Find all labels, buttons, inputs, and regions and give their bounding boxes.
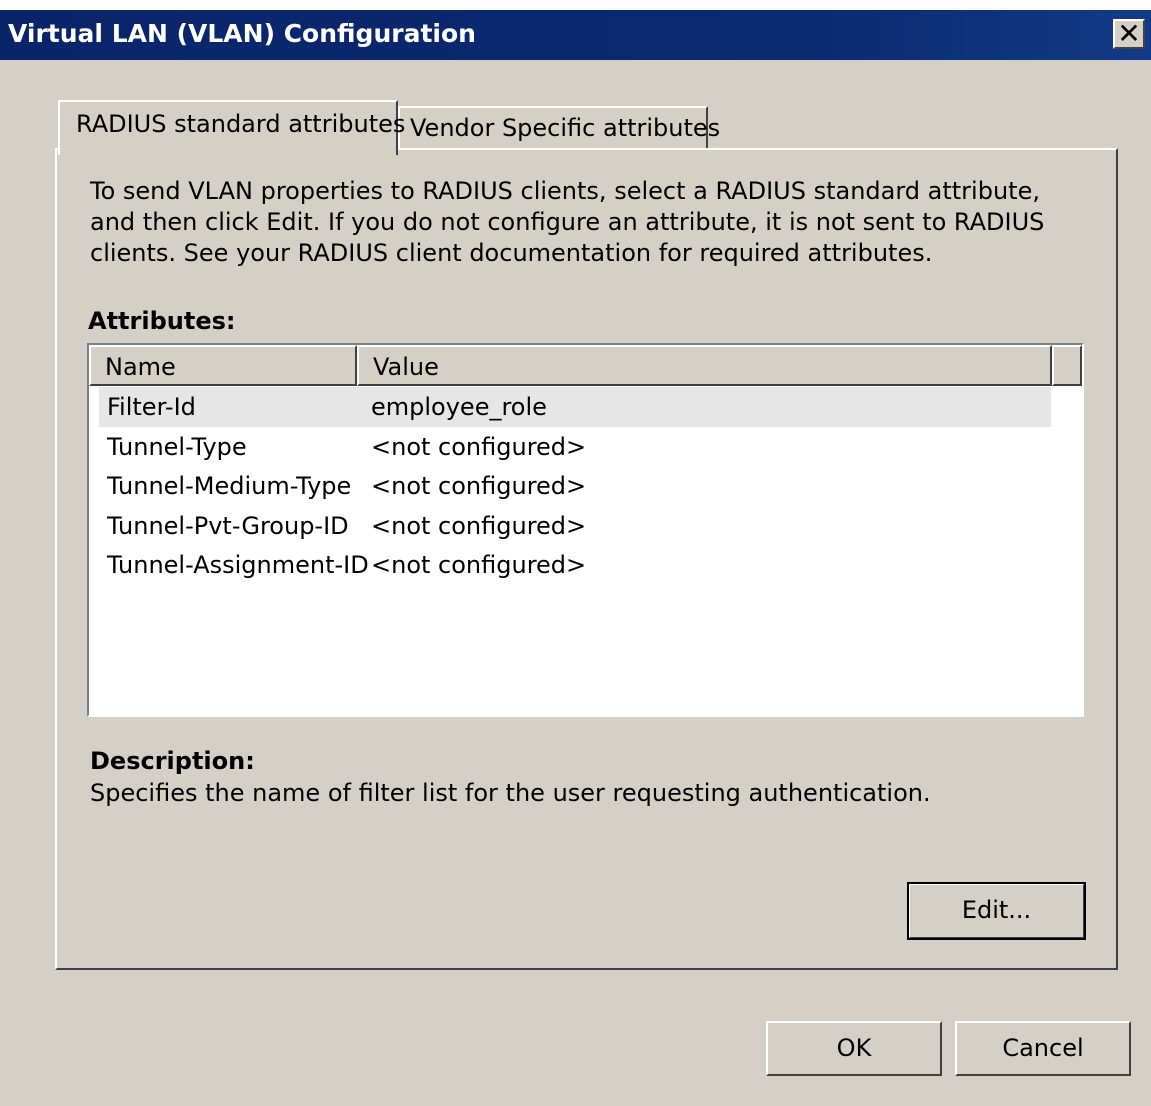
list-header: Name Value — [89, 345, 1082, 386]
row-name: Filter-Id — [107, 393, 196, 421]
tab-label: Vendor Specific attributes — [410, 114, 721, 142]
edit-button[interactable]: Edit... — [907, 882, 1086, 940]
vlan-config-dialog: Virtual LAN (VLAN) Configuration ✕ RADIU… — [0, 0, 1151, 1106]
tab-vendor-specific-attributes[interactable]: Vendor Specific attributes — [398, 106, 720, 149]
table-row[interactable]: Tunnel-Assignment-ID <not configured> — [99, 545, 1051, 585]
row-name: Tunnel-Medium-Type — [107, 472, 352, 500]
ok-button[interactable]: OK — [766, 1021, 942, 1076]
row-name: Tunnel-Assignment-ID — [107, 551, 369, 579]
attributes-label: Attributes: — [88, 307, 236, 335]
table-row[interactable]: Tunnel-Type <not configured> — [99, 427, 1051, 467]
column-header-filler — [1052, 345, 1082, 386]
cancel-button[interactable]: Cancel — [955, 1021, 1131, 1076]
window-title: Virtual LAN (VLAN) Configuration — [8, 19, 476, 48]
table-row[interactable]: Tunnel-Pvt-Group-ID <not configured> — [99, 506, 1051, 546]
tab-radius-standard-attributes[interactable]: RADIUS standard attributes — [58, 100, 405, 155]
table-row[interactable]: Filter-Id employee_role — [99, 387, 1051, 427]
row-value: <not configured> — [371, 551, 587, 579]
row-value: <not configured> — [371, 433, 587, 461]
attributes-list[interactable]: Name Value Filter-Id employee_role Tunne… — [87, 343, 1084, 717]
row-name: Tunnel-Type — [107, 433, 247, 461]
tab-label: RADIUS standard attributes — [76, 110, 406, 138]
column-header-value[interactable]: Value — [357, 345, 1052, 386]
column-header-name[interactable]: Name — [89, 345, 357, 386]
column-header-label: Value — [373, 353, 439, 381]
column-header-label: Name — [105, 353, 176, 381]
table-row[interactable]: Tunnel-Medium-Type <not configured> — [99, 466, 1051, 506]
title-bar[interactable]: Virtual LAN (VLAN) Configuration ✕ — [0, 10, 1151, 60]
row-name: Tunnel-Pvt-Group-ID — [107, 512, 349, 540]
instructions-text: To send VLAN properties to RADIUS client… — [90, 177, 1045, 267]
row-value: employee_role — [371, 393, 547, 421]
close-icon: ✕ — [1117, 17, 1141, 50]
active-tab-join — [60, 148, 394, 152]
row-value: <not configured> — [371, 512, 587, 540]
row-value: <not configured> — [371, 472, 587, 500]
description-label: Description: — [90, 747, 255, 775]
description-text: Specifies the name of filter list for th… — [90, 779, 931, 807]
close-button[interactable]: ✕ — [1113, 17, 1145, 50]
